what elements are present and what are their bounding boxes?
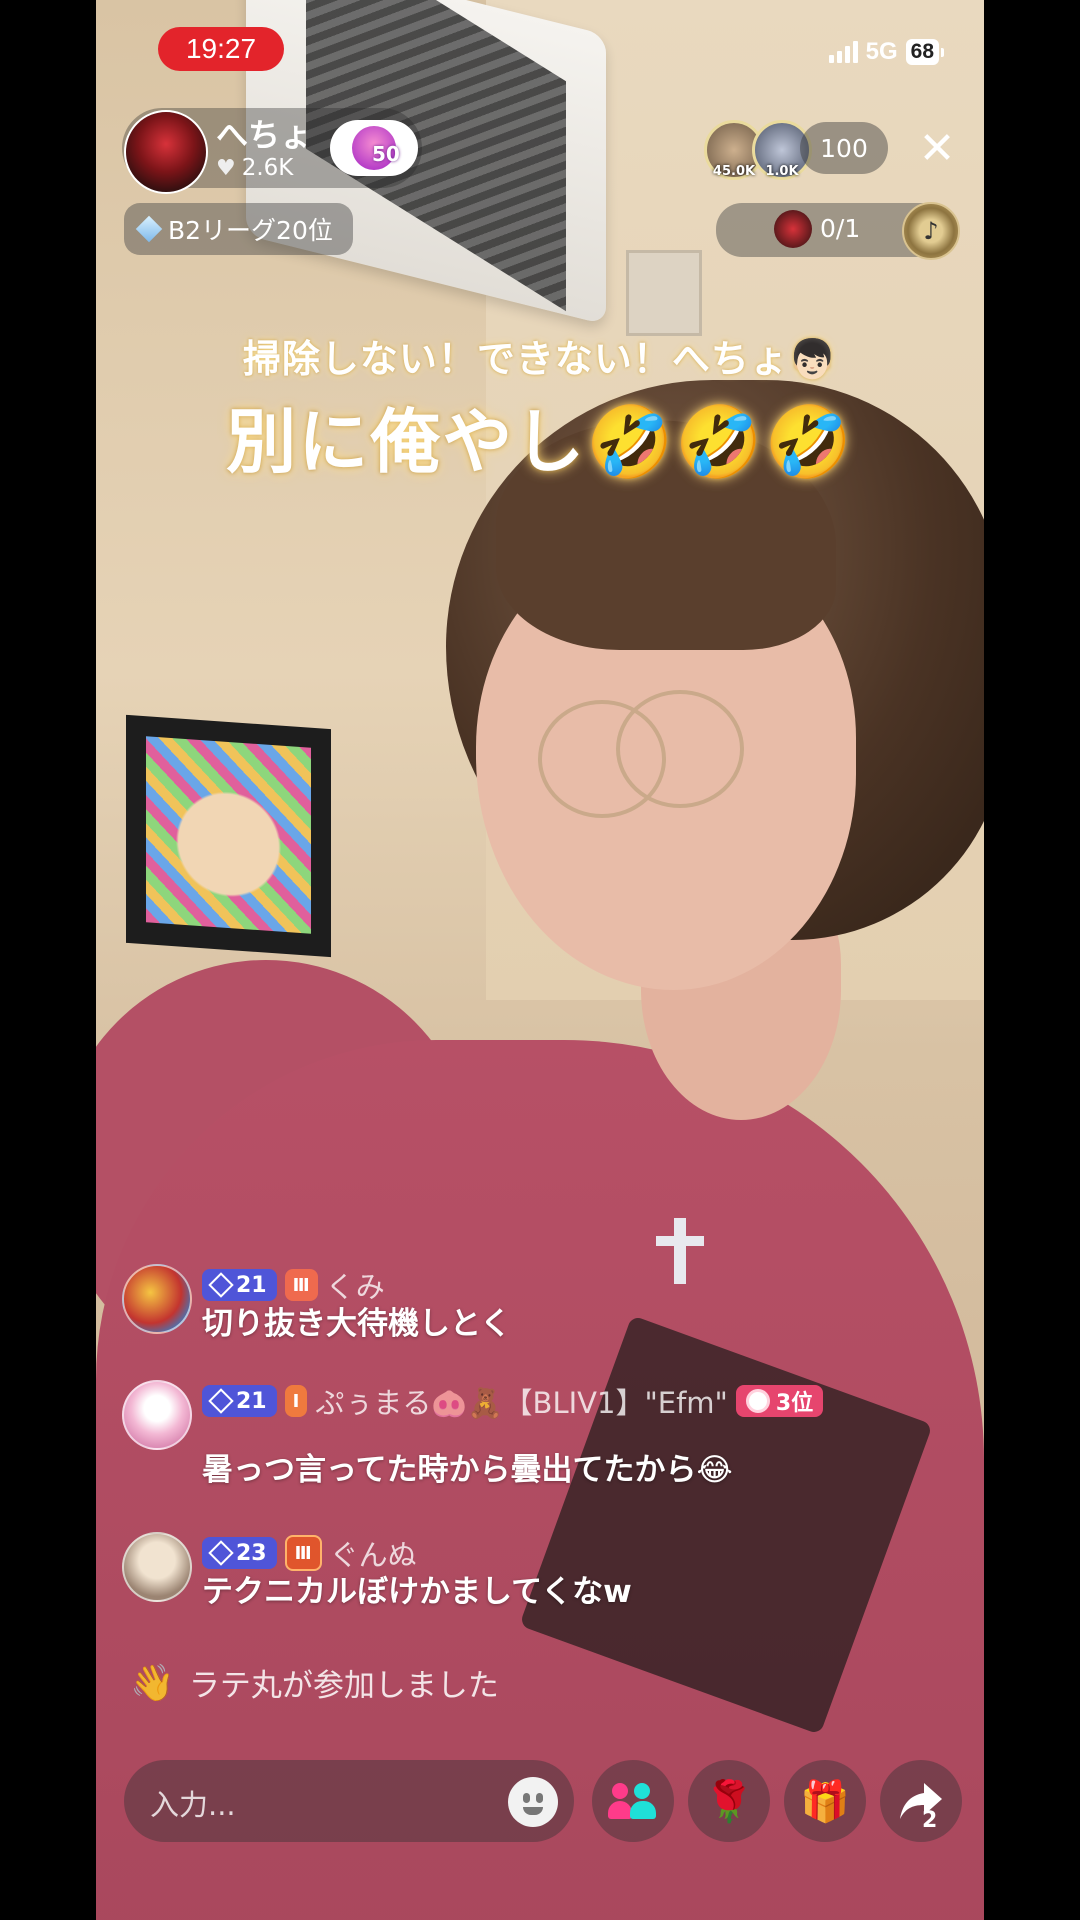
caption-line-2: 別に俺やし🤣🤣🤣 [226, 401, 854, 483]
network-type: 5G [865, 38, 898, 65]
fan-badge: Ⅲ [284, 1269, 318, 1301]
clock-icon [745, 1389, 770, 1413]
rose-icon: 🌹 [704, 1778, 754, 1825]
join-text: ラテ丸が参加しました [188, 1668, 499, 1704]
top-viewer-score: 1.0K [765, 164, 799, 179]
goal-avatar [774, 210, 812, 248]
close-icon[interactable]: ✕ [912, 124, 962, 174]
wave-hand-icon: 👋 [130, 1662, 175, 1704]
fan-badge: Ⅰ [284, 1385, 308, 1417]
battery-level: 68 [905, 39, 939, 65]
top-viewer-score: 45.0K [712, 164, 756, 179]
user-level-badge: 23 [202, 1537, 277, 1569]
host-level: 50 [372, 142, 400, 166]
rose-gift-button[interactable]: 🌹 [688, 1760, 770, 1842]
emoji-icon[interactable] [508, 1777, 558, 1827]
gem-icon [208, 1272, 234, 1298]
heart-icon: ♥ [216, 155, 236, 181]
goal-progress: 0/1 [820, 214, 861, 243]
gem-icon [208, 1540, 234, 1566]
comment-text: テクニカルぼけかましてくなw [202, 1574, 632, 1610]
host-name[interactable]: へちょ [216, 110, 312, 156]
gift-button[interactable]: 🎁 [784, 1760, 866, 1842]
commenter-name[interactable]: ぷぅまる🐽🧸【BLIV1】"Efm" [315, 1380, 728, 1422]
status-indicators: 5G 68 [828, 38, 944, 66]
host-avatar[interactable] [124, 110, 208, 194]
host-likes: ♥ 2.6K [216, 155, 293, 181]
wall-painting [126, 714, 331, 958]
battery-icon: 68 [905, 39, 944, 65]
multi-guest-button[interactable] [592, 1760, 674, 1842]
caption-line-1: 掃除しない！できない！へちょ👦🏻 [242, 337, 838, 381]
league-rank-text: B2リーグ20位 [168, 216, 333, 245]
wall-switch [626, 250, 702, 336]
comment-text: 暑っつ言ってた時から曇出てたから😂 [202, 1452, 733, 1488]
rank-tag: 3位 [735, 1385, 824, 1417]
host-likes-count: 2.6K [241, 155, 294, 181]
status-time: 19:27 [158, 27, 284, 71]
signal-icon [828, 41, 858, 63]
viewer-count[interactable]: 100 [800, 122, 888, 174]
share-button[interactable] [880, 1760, 962, 1842]
comment-input-placeholder[interactable]: 入力... [150, 1782, 236, 1824]
cross-necklace [674, 1218, 686, 1284]
diamond-icon [135, 215, 163, 243]
commenter-avatar[interactable] [122, 1532, 192, 1602]
user-level-badge: 21 [202, 1269, 277, 1301]
live-video-background [96, 0, 984, 1920]
people-icon [608, 1781, 658, 1821]
user-level-badge: 21 [202, 1385, 277, 1417]
gift-icon: 🎁 [800, 1778, 850, 1825]
league-rank-pill[interactable]: B2リーグ20位 [124, 203, 353, 255]
host-level-badge[interactable]: 50 [330, 120, 418, 176]
commenter-avatar[interactable] [122, 1264, 192, 1334]
cross-necklace [656, 1236, 704, 1246]
share-count: 2 [922, 1808, 938, 1833]
commenter-avatar[interactable] [122, 1380, 192, 1450]
music-disc-icon[interactable]: ♪ [902, 202, 960, 260]
gem-icon [208, 1388, 234, 1414]
comment-text: 切り抜き大待機しとく [202, 1306, 512, 1342]
join-notification: 👋 ラテ丸が参加しました [130, 1660, 499, 1705]
glasses [616, 690, 744, 808]
